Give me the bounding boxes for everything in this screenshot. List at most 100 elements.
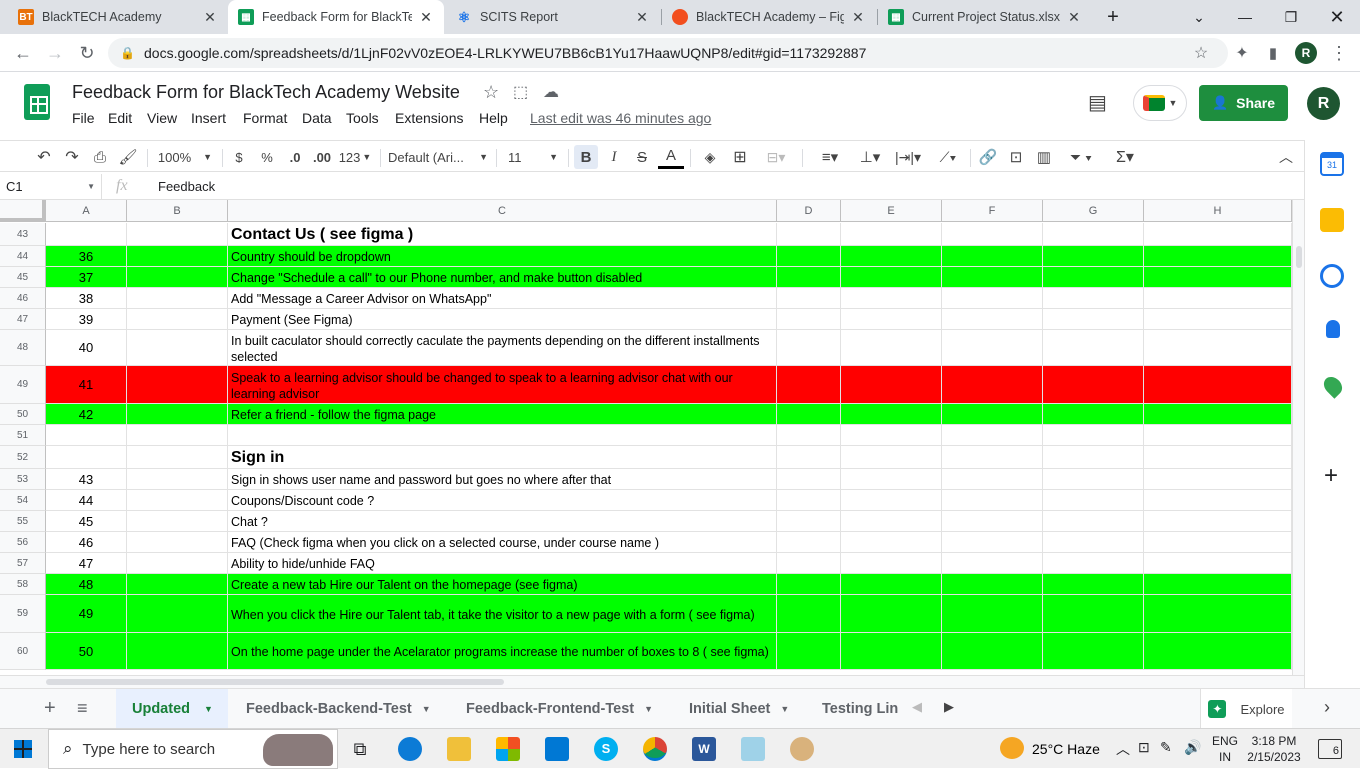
calendar-icon[interactable]: 31 [1320, 152, 1344, 176]
cell-e[interactable] [841, 404, 942, 425]
menu-extensions[interactable]: Extensions [395, 110, 463, 126]
zoom-select[interactable]: 100% ▼ [154, 145, 216, 169]
cell-c[interactable]: Chat ? [228, 511, 777, 532]
cell-h[interactable] [1144, 330, 1292, 366]
add-sheet-plus-icon[interactable]: + [44, 697, 56, 720]
notepad-icon[interactable] [741, 737, 765, 761]
cell-h[interactable] [1144, 490, 1292, 511]
cell-d[interactable] [777, 223, 841, 246]
cell-g[interactable] [1043, 511, 1144, 532]
cell-b[interactable] [127, 425, 228, 446]
cell-f[interactable] [942, 309, 1043, 330]
cell-h[interactable] [1144, 511, 1292, 532]
menu-insert[interactable]: Insert [191, 110, 226, 126]
insert-comment-icon[interactable]: ⊡ [1004, 145, 1028, 169]
bold-icon[interactable]: B [574, 145, 598, 169]
cell-a[interactable]: 46 [46, 532, 127, 553]
cell-f[interactable] [942, 595, 1043, 633]
cell-c[interactable]: Ability to hide/unhide FAQ [228, 553, 777, 574]
cell-h[interactable] [1144, 309, 1292, 330]
cell-b[interactable] [127, 532, 228, 553]
cell-h[interactable] [1144, 425, 1292, 446]
column-header-h[interactable]: H [1144, 200, 1292, 222]
back-arrow-icon[interactable]: ← [8, 38, 38, 68]
horizontal-scrollbar-thumb[interactable] [46, 679, 504, 685]
extensions-puzzle-icon[interactable]: ✦ [1227, 38, 1257, 68]
share-button[interactable]: 👤 Share [1199, 85, 1288, 121]
formula-input[interactable]: Feedback [150, 174, 1290, 199]
cell-g[interactable] [1043, 404, 1144, 425]
new-tab-plus-icon[interactable]: + [1096, 0, 1130, 34]
weather-haze-icon[interactable] [1000, 737, 1024, 759]
cell-h[interactable] [1144, 404, 1292, 425]
font-family-select[interactable]: Default (Ari... ▼ [388, 145, 488, 169]
menu-file[interactable]: File [72, 110, 95, 126]
cell-e[interactable] [841, 330, 942, 366]
cell-c[interactable]: Create a new tab Hire our Talent on the … [228, 574, 777, 595]
row-number-header[interactable]: 48 [0, 330, 46, 366]
cell-g[interactable] [1043, 446, 1144, 469]
row-number-header[interactable]: 56 [0, 532, 46, 553]
column-header-e[interactable]: E [841, 200, 942, 222]
cell-f[interactable] [942, 511, 1043, 532]
sheet-tab-feedback-backend-test[interactable]: Feedback-Backend-Test ▼ [246, 689, 446, 729]
cell-f[interactable] [942, 490, 1043, 511]
cell-a[interactable]: 43 [46, 469, 127, 490]
cell-d[interactable] [777, 553, 841, 574]
word-icon[interactable]: W [692, 737, 716, 761]
browser-tab-feedback-form[interactable]: ▦ Feedback Form for BlackTech ✕ [228, 0, 444, 34]
column-header-b[interactable]: B [127, 200, 228, 222]
close-tab-icon[interactable]: ✕ [202, 9, 218, 26]
restore-icon[interactable]: ❐ [1268, 0, 1314, 34]
file-explorer-icon[interactable] [447, 737, 471, 761]
text-color-icon[interactable]: A [658, 145, 684, 169]
cell-f[interactable] [942, 574, 1043, 595]
url-bar[interactable]: 🔒 docs.google.com/spreadsheets/d/1LjnF02… [108, 38, 1228, 68]
all-sheets-list-icon[interactable]: ≡ [77, 698, 88, 719]
menu-help[interactable]: Help [479, 110, 508, 126]
cell-c[interactable]: Speak to a learning advisor should be ch… [228, 366, 777, 404]
column-header-c[interactable]: C [228, 200, 777, 222]
cell-f[interactable] [942, 404, 1043, 425]
reload-icon[interactable]: ↻ [72, 38, 102, 68]
row-number-header[interactable]: 45 [0, 267, 46, 288]
cell-e[interactable] [841, 469, 942, 490]
cell-c[interactable]: Payment (See Figma) [228, 309, 777, 330]
browser-tab-figma[interactable]: BlackTECH Academy – Figma ✕ [662, 0, 876, 34]
minimize-icon[interactable]: — [1222, 0, 1268, 34]
network-icon[interactable]: ⊡ [1138, 739, 1150, 756]
cell-d[interactable] [777, 404, 841, 425]
cell-c[interactable]: Country should be dropdown [228, 246, 777, 267]
row-number-header[interactable]: 58 [0, 574, 46, 595]
cell-c[interactable]: On the home page under the Acelarator pr… [228, 633, 777, 670]
text-wrapping-icon[interactable]: |⇥|▾ [890, 145, 926, 169]
microsoft-store-icon[interactable] [496, 737, 520, 761]
cell-h[interactable] [1144, 553, 1292, 574]
cell-c[interactable]: Contact Us ( see figma ) [228, 223, 777, 246]
cloud-status-icon[interactable]: ☁ [543, 82, 559, 102]
cell-b[interactable] [127, 330, 228, 366]
row-number-header[interactable]: 50 [0, 404, 46, 425]
cell-f[interactable] [942, 366, 1043, 404]
browser-menu-kebab-icon[interactable]: ⋮ [1324, 38, 1354, 68]
scroll-tabs-right-icon[interactable]: ▶ [944, 699, 954, 715]
explore-button[interactable]: ✦ Explore [1200, 689, 1292, 729]
cell-a[interactable] [46, 446, 127, 469]
cell-g[interactable] [1043, 633, 1144, 670]
insert-chart-icon[interactable]: ▥ [1032, 145, 1056, 169]
tab-search-chevron-icon[interactable]: ⌄ [1176, 0, 1222, 34]
cell-d[interactable] [777, 366, 841, 404]
cell-h[interactable] [1144, 223, 1292, 246]
close-window-icon[interactable]: ✕ [1314, 0, 1360, 34]
column-header-a[interactable]: A [46, 200, 127, 222]
cell-e[interactable] [841, 288, 942, 309]
cell-e[interactable] [841, 553, 942, 574]
row-number-header[interactable]: 60 [0, 633, 46, 670]
row-number-header[interactable]: 46 [0, 288, 46, 309]
cell-b[interactable] [127, 511, 228, 532]
cell-a[interactable]: 42 [46, 404, 127, 425]
sheet-tab-testing-lin[interactable]: Testing Lin [822, 689, 900, 729]
cell-a[interactable] [46, 425, 127, 446]
merge-cells-icon[interactable]: ⊟▾ [758, 145, 794, 169]
cell-d[interactable] [777, 246, 841, 267]
